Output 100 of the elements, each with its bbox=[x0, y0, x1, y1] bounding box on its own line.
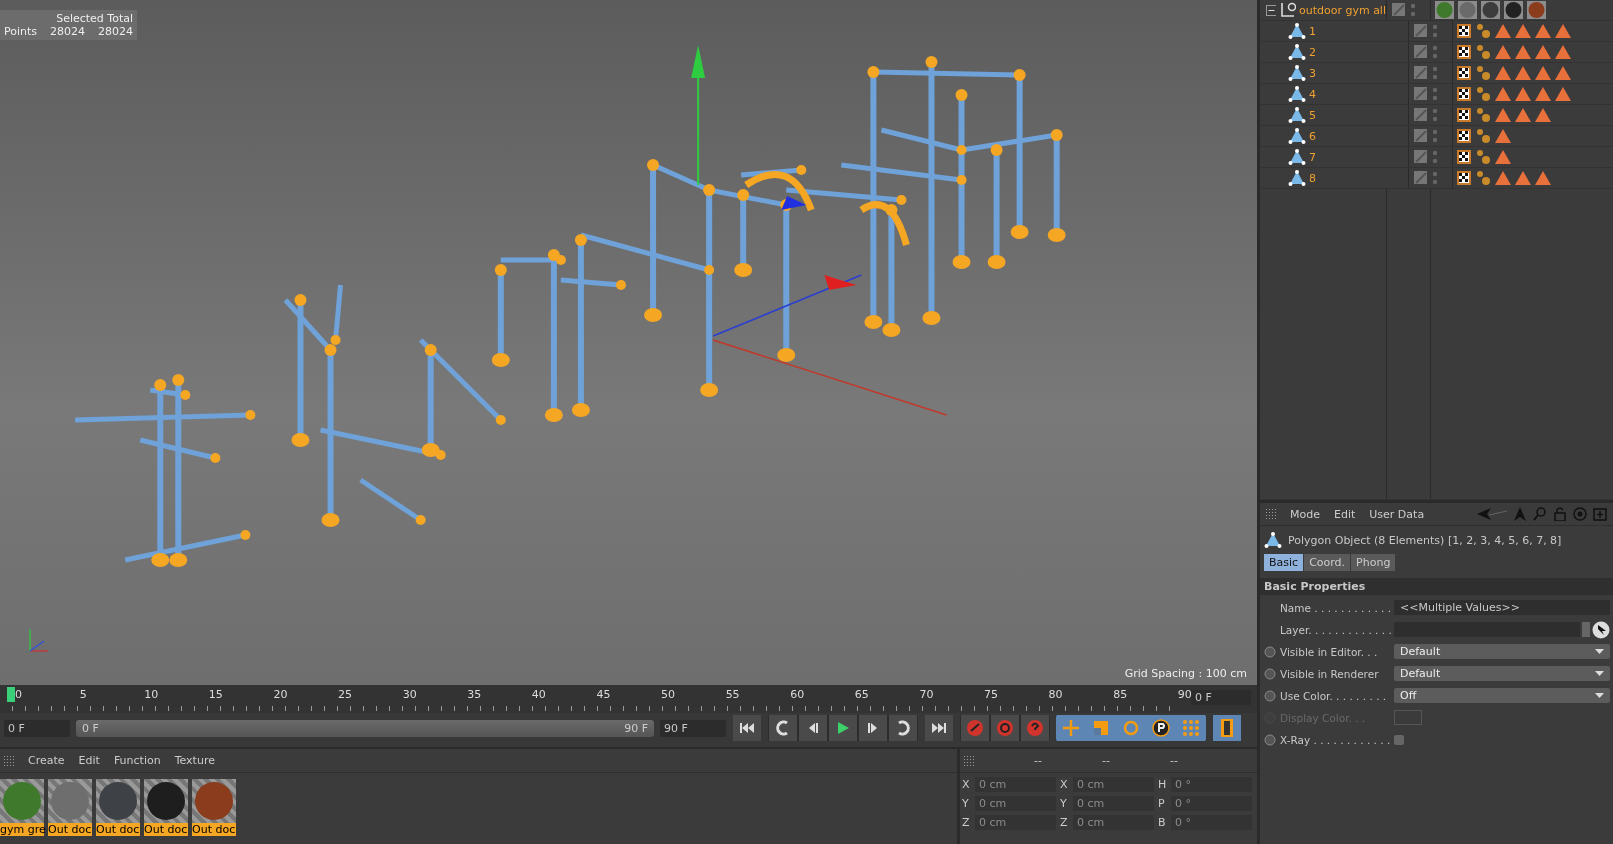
dropdown[interactable]: Off bbox=[1394, 688, 1610, 703]
coordinate-field[interactable]: 0 ° bbox=[1171, 815, 1252, 830]
triangle-tag-icon[interactable] bbox=[1495, 150, 1511, 164]
triangle-tag-icon[interactable] bbox=[1515, 45, 1531, 59]
checker-tag-icon[interactable] bbox=[1457, 87, 1471, 101]
triangle-tag-icon[interactable] bbox=[1555, 24, 1571, 38]
phong-tag-icon[interactable] bbox=[1475, 107, 1491, 123]
next-key-button[interactable] bbox=[889, 715, 917, 741]
visibility-icon[interactable] bbox=[1414, 24, 1428, 38]
tab[interactable]: Phong bbox=[1351, 554, 1396, 571]
playhead-marker[interactable] bbox=[7, 687, 15, 702]
dropdown[interactable]: Default bbox=[1394, 666, 1610, 681]
visibility-icon[interactable] bbox=[1414, 150, 1428, 164]
triangle-tag-icon[interactable] bbox=[1535, 171, 1551, 185]
end-frame-field[interactable]: 90 F bbox=[660, 719, 726, 737]
checker-tag-icon[interactable] bbox=[1457, 129, 1471, 143]
phong-tag-icon[interactable] bbox=[1475, 65, 1491, 81]
coordinate-field[interactable]: 0 ° bbox=[1171, 777, 1252, 792]
triangle-tag-icon[interactable] bbox=[1495, 108, 1511, 122]
triangle-tag-icon[interactable] bbox=[1495, 45, 1511, 59]
dots-icon[interactable] bbox=[1432, 45, 1438, 59]
visibility-icon[interactable] bbox=[1414, 66, 1428, 80]
name-field[interactable]: <<Multiple Values>> bbox=[1394, 600, 1610, 615]
visibility-icon[interactable] bbox=[1414, 108, 1428, 122]
triangle-tag-icon[interactable] bbox=[1555, 87, 1571, 101]
previous-key-button[interactable] bbox=[769, 715, 797, 741]
triangle-tag-icon[interactable] bbox=[1495, 171, 1511, 185]
play-button[interactable] bbox=[829, 715, 857, 741]
menu-item[interactable]: User Data bbox=[1369, 507, 1425, 521]
triangle-tag-icon[interactable] bbox=[1535, 24, 1551, 38]
phong-tag-icon[interactable] bbox=[1475, 170, 1491, 186]
material-tag-icon[interactable] bbox=[1504, 1, 1523, 19]
menu-item[interactable]: Texture bbox=[174, 754, 215, 767]
object-name[interactable]: 3 bbox=[1309, 66, 1316, 80]
dots-icon[interactable] bbox=[1432, 87, 1438, 101]
viewport[interactable]: Selected Total Points 28024 28024 Grid Spacing : 100 cm bbox=[0, 0, 1257, 685]
back-arrow-icon[interactable] bbox=[1477, 507, 1507, 521]
checkbox[interactable] bbox=[1394, 734, 1404, 745]
triangle-tag-icon[interactable] bbox=[1535, 108, 1551, 122]
dots-icon[interactable] bbox=[1432, 24, 1438, 38]
triangle-tag-icon[interactable] bbox=[1535, 45, 1551, 59]
visibility-icon[interactable] bbox=[1414, 171, 1428, 185]
visibility-icon[interactable] bbox=[1392, 3, 1406, 17]
triangle-tag-icon[interactable] bbox=[1515, 87, 1531, 101]
triangle-tag-icon[interactable] bbox=[1495, 24, 1511, 38]
keyframe-icon[interactable] bbox=[1264, 733, 1276, 746]
triangle-tag-icon[interactable] bbox=[1515, 108, 1531, 122]
object-name[interactable]: outdoor gym all bbox=[1298, 3, 1386, 17]
go-to-start-button[interactable] bbox=[733, 715, 761, 741]
checker-tag-icon[interactable] bbox=[1457, 150, 1471, 164]
keyframe-icon[interactable] bbox=[1264, 689, 1276, 702]
coordinate-field[interactable]: 0 cm bbox=[975, 796, 1056, 811]
material-swatch[interactable]: Out doc bbox=[192, 779, 236, 836]
phong-tag-icon[interactable] bbox=[1475, 149, 1491, 165]
checker-tag-icon[interactable] bbox=[1457, 24, 1471, 38]
triangle-tag-icon[interactable] bbox=[1495, 87, 1511, 101]
triangle-tag-icon[interactable] bbox=[1495, 66, 1511, 80]
triangle-tag-icon[interactable] bbox=[1515, 66, 1531, 80]
phong-tag-icon[interactable] bbox=[1475, 23, 1491, 39]
start-frame-field[interactable]: 0 F bbox=[4, 719, 70, 737]
current-frame-field[interactable]: 0 F bbox=[1191, 690, 1251, 705]
checker-tag-icon[interactable] bbox=[1457, 66, 1471, 80]
dropdown[interactable]: Default bbox=[1394, 644, 1610, 659]
coordinate-field[interactable]: 0 cm bbox=[1073, 815, 1154, 830]
keyframe-icon[interactable] bbox=[1264, 645, 1276, 658]
tab[interactable]: Coord. bbox=[1304, 554, 1351, 571]
dots-icon[interactable] bbox=[1432, 129, 1438, 143]
tab[interactable]: Basic bbox=[1264, 554, 1304, 571]
help-key-button[interactable] bbox=[1021, 715, 1049, 741]
material-swatch[interactable]: Out doc bbox=[48, 779, 92, 836]
triangle-tag-icon[interactable] bbox=[1535, 87, 1551, 101]
pick-cursor-icon[interactable] bbox=[1592, 620, 1610, 639]
object-name[interactable]: 6 bbox=[1309, 129, 1316, 143]
menu-item[interactable]: Mode bbox=[1290, 507, 1320, 521]
object-name[interactable]: 5 bbox=[1309, 108, 1316, 122]
material-tag-icon[interactable] bbox=[1527, 1, 1546, 19]
coordinate-field[interactable]: 0 cm bbox=[1073, 796, 1154, 811]
coordinate-field[interactable]: 0 cm bbox=[975, 815, 1056, 830]
autokey-button[interactable] bbox=[991, 715, 1019, 741]
dots-icon[interactable] bbox=[1410, 3, 1416, 17]
dots-icon[interactable] bbox=[1432, 171, 1438, 185]
coordinate-field[interactable]: 0 ° bbox=[1171, 796, 1252, 811]
visibility-icon[interactable] bbox=[1414, 129, 1428, 143]
menu-item[interactable]: Create bbox=[28, 754, 65, 767]
frame-range-slider[interactable]: 0 F 90 F bbox=[76, 719, 654, 737]
collapse-toggle[interactable] bbox=[1266, 4, 1276, 16]
material-tag-icon[interactable] bbox=[1481, 1, 1500, 19]
material-swatch[interactable]: Out doc bbox=[144, 779, 188, 836]
color-swatch[interactable] bbox=[1394, 710, 1422, 725]
triangle-tag-icon[interactable] bbox=[1515, 171, 1531, 185]
object-name[interactable]: 4 bbox=[1309, 87, 1316, 101]
timeline-ruler[interactable]: 0 5 10 15 20 25 30 35 40 45 50 55 60 65 70 75 80 85 90 0 F bbox=[0, 685, 1257, 713]
coordinate-field[interactable]: 0 cm bbox=[975, 777, 1056, 792]
timeline-icon[interactable] bbox=[1213, 715, 1241, 741]
previous-frame-button[interactable] bbox=[799, 715, 827, 741]
object-name[interactable]: 1 bbox=[1309, 24, 1316, 38]
phong-tag-icon[interactable] bbox=[1475, 86, 1491, 102]
triangle-tag-icon[interactable] bbox=[1515, 24, 1531, 38]
triangle-tag-icon[interactable] bbox=[1535, 66, 1551, 80]
menu-item[interactable]: Function bbox=[113, 754, 161, 767]
